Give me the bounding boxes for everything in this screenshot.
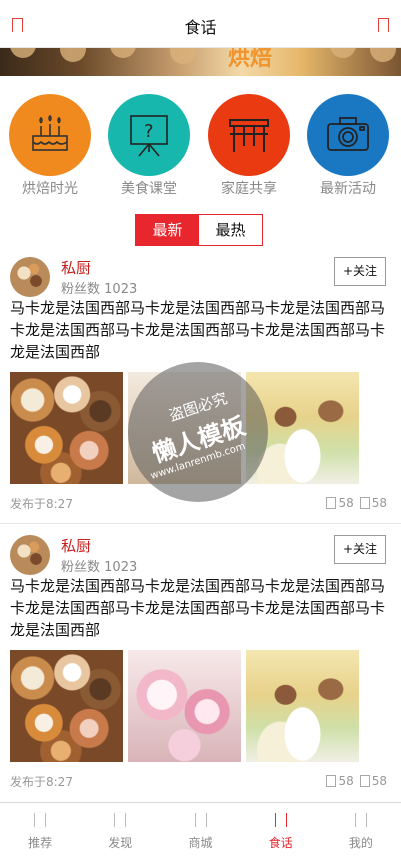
tab-recommend[interactable]: 推荐 xyxy=(0,803,80,856)
me-icon xyxy=(354,813,367,827)
category-label: 家庭共享 xyxy=(221,181,277,197)
avatar[interactable] xyxy=(10,535,50,575)
birthday-cake-icon xyxy=(9,94,91,176)
like-icon xyxy=(359,775,370,787)
tab-me[interactable]: 我的 xyxy=(321,803,401,856)
like-count[interactable]: 58 xyxy=(359,774,387,788)
follow-button[interactable]: +关注 xyxy=(334,257,386,286)
divider xyxy=(0,523,401,524)
category-label: 最新活动 xyxy=(320,181,376,197)
sort-toggle: 最新 最热 xyxy=(135,214,263,246)
post-image[interactable] xyxy=(10,372,123,484)
fans-count: 粉丝数 1023 xyxy=(61,278,137,297)
tab-latest[interactable]: 最新 xyxy=(136,215,199,245)
category-nav: 烘焙时光 ? 美食课堂 家庭共享 最新活动 xyxy=(0,94,401,204)
username[interactable]: 私厨 xyxy=(61,257,91,278)
bottom-tab-bar: 推荐 发现 商城 食话 我的 xyxy=(0,802,401,856)
post-time: 发布于8:27 xyxy=(10,775,73,789)
comment-count[interactable]: 58 xyxy=(326,496,354,510)
recommend-icon xyxy=(34,813,47,827)
like-value: 58 xyxy=(371,774,387,788)
svg-text:?: ? xyxy=(144,121,154,142)
comment-icon xyxy=(326,497,337,509)
avatar[interactable] xyxy=(10,257,50,297)
tab-label: 我的 xyxy=(348,836,373,850)
category-events[interactable]: 最新活动 xyxy=(307,94,389,198)
page-title: 食话 xyxy=(184,18,217,37)
category-label: 烘焙时光 xyxy=(22,181,78,197)
tab-label: 商城 xyxy=(188,836,213,850)
like-value: 58 xyxy=(371,496,387,510)
tab-label: 食话 xyxy=(268,836,293,850)
like-count[interactable]: 58 xyxy=(359,496,387,510)
banner[interactable]: 烘焙 xyxy=(0,48,401,76)
comment-count[interactable]: 58 xyxy=(326,774,354,788)
comment-value: 58 xyxy=(338,774,354,788)
category-baking[interactable]: 烘焙时光 xyxy=(9,94,91,198)
post-text: 马卡龙是法国西部马卡龙是法国西部马卡龙是法国西部马卡龙是法国西部马卡龙是法国西部… xyxy=(10,299,386,361)
category-classroom[interactable]: ? 美食课堂 xyxy=(108,94,190,198)
fans-count: 粉丝数 1023 xyxy=(61,556,137,575)
follow-button[interactable]: +关注 xyxy=(334,535,386,564)
tab-discover[interactable]: 发现 xyxy=(80,803,160,856)
app-header: 食话 xyxy=(0,0,401,48)
username[interactable]: 私厨 xyxy=(61,535,91,556)
category-family[interactable]: 家庭共享 xyxy=(208,94,290,198)
post-image[interactable] xyxy=(246,650,359,762)
tab-label: 推荐 xyxy=(28,836,53,850)
post-image[interactable] xyxy=(10,650,123,762)
comment-icon xyxy=(326,775,337,787)
tab-food-talk[interactable]: 食话 xyxy=(241,803,321,856)
tab-hottest[interactable]: 最热 xyxy=(199,215,262,245)
post-time: 发布于8:27 xyxy=(10,497,73,511)
fans-value: 1023 xyxy=(104,282,138,297)
post-stats: 58 58 xyxy=(326,496,387,510)
like-icon xyxy=(359,497,370,509)
dining-table-icon xyxy=(208,94,290,176)
banner-text: 烘焙 xyxy=(228,48,273,71)
tab-mall[interactable]: 商城 xyxy=(160,803,240,856)
watermark: 盗图必究 懒人模板 www.lanrenmb.com xyxy=(128,362,268,502)
classroom-board-icon: ? xyxy=(108,94,190,176)
mall-icon xyxy=(194,813,207,827)
fans-label: 粉丝数 xyxy=(61,560,101,575)
tab-label: 发现 xyxy=(108,836,133,850)
post-images xyxy=(10,650,380,762)
fans-label: 粉丝数 xyxy=(61,282,101,297)
camera-icon xyxy=(307,94,389,176)
discover-icon xyxy=(114,813,127,827)
comment-value: 58 xyxy=(338,496,354,510)
post-image[interactable] xyxy=(128,650,241,762)
category-label: 美食课堂 xyxy=(121,181,177,197)
fans-value: 1023 xyxy=(104,560,138,575)
food-talk-icon xyxy=(274,813,287,827)
post-stats: 58 58 xyxy=(326,774,387,788)
post-text: 马卡龙是法国西部马卡龙是法国西部马卡龙是法国西部马卡龙是法国西部马卡龙是法国西部… xyxy=(10,577,386,639)
menu-icon[interactable] xyxy=(378,18,389,32)
